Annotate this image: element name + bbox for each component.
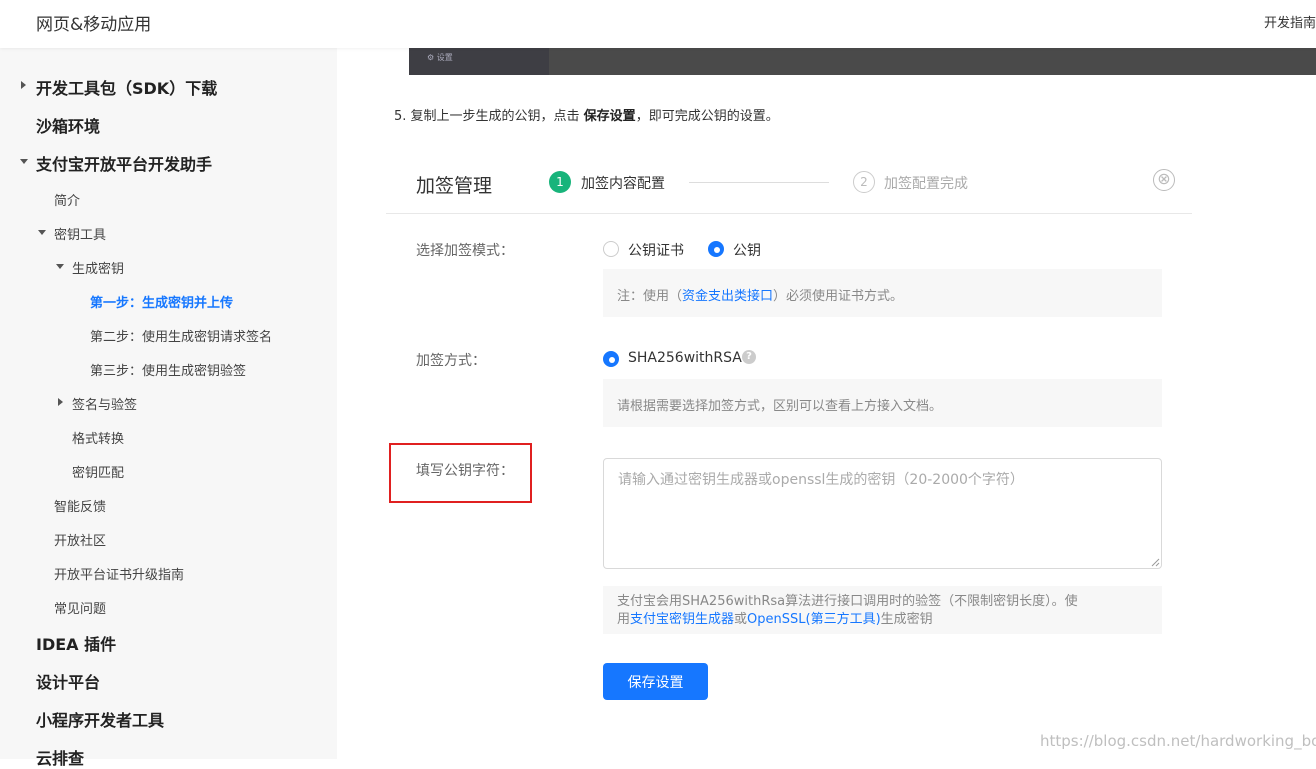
sidebar-item-miniapp-tools[interactable]: 小程序开发者工具 [36,707,164,731]
previous-step-screenshot: ⚙ 设置 [409,48,1316,75]
step-instruction-bold: 保存设置 [583,109,636,124]
caret-down-icon[interactable] [20,159,28,164]
sign-method-note: 请根据需要选择加签方式，区别可以查看上方接入文档。 [603,379,1162,427]
sign-method-label: 加签方式： [416,353,486,369]
sidebar-item-cert-upgrade[interactable]: 开放平台证书升级指南 [54,564,184,583]
steps-connector [689,182,829,183]
public-key-note-line2-mid: 或 [734,612,748,627]
close-icon[interactable]: ⊗ [1153,169,1175,191]
step-1-label: 加签内容配置 [581,176,665,192]
watermark: https://blog.csdn.net/hardworking_boy [1040,732,1316,750]
sidebar-item-design-platform[interactable]: 设计平台 [36,669,100,693]
public-key-label: 填写公钥字符： [416,463,514,479]
caret-right-icon[interactable] [58,398,63,406]
sidebar-item-step-3[interactable]: 第三步：使用生成密钥验签 [90,360,246,379]
save-button[interactable]: 保存设置 [603,663,708,700]
fund-interface-link[interactable]: 资金支出类接口 [682,289,773,304]
public-key-note-line2-suffix: 生成密钥 [880,612,933,627]
caret-down-icon[interactable] [56,264,64,269]
public-key-note-line2: 用支付宝密钥生成器或OpenSSL(第三方工具)生成密钥 [617,611,1148,629]
step-instruction-suffix: ，即可完成公钥的设置。 [635,109,779,124]
dev-guide-link[interactable]: 开发指南 [1264,12,1316,31]
sidebar-item-key-match[interactable]: 密钥匹配 [72,462,124,481]
sidebar-item-feedback[interactable]: 智能反馈 [54,496,106,515]
sidebar-item-step-1[interactable]: 第一步：生成密钥并上传 [90,292,233,311]
sign-mode-note-prefix: 注：使用（ [617,289,683,304]
sidebar-item-step-2[interactable]: 第二步：使用生成密钥请求签名 [90,326,272,345]
sidebar-item-sdk-download[interactable]: 开发工具包（SDK）下载 [36,75,217,99]
sign-mode-label: 选择加签模式： [416,243,514,259]
sidebar-item-community[interactable]: 开放社区 [54,530,106,549]
radio-public-key-cert-label[interactable]: 公钥证书 [628,240,684,260]
sidebar-item-dev-assistant[interactable]: 支付宝开放平台开发助手 [36,151,212,175]
step-instruction: 5. 复制上一步生成的公钥，点击 保存设置，即可完成公钥的设置。 [394,105,779,124]
top-header: 网页&移动应用 开发指南 [0,0,1316,48]
sidebar-item-sign-verify[interactable]: 签名与验签 [72,394,137,413]
alipay-key-generator-link[interactable]: 支付宝密钥生成器 [630,612,734,627]
radio-public-key-cert[interactable] [603,241,619,257]
sidebar-item-cloud-troubleshoot[interactable]: 云排查 [36,745,84,769]
caret-right-icon[interactable] [21,81,26,89]
panel-divider [386,213,1192,214]
sign-mode-note-suffix: ）必须使用证书方式。 [773,289,904,304]
openssl-link[interactable]: OpenSSL(第三方工具) [747,612,881,627]
radio-sha256withrsa-label[interactable]: SHA256withRSA [628,350,742,366]
sign-mode-note: 注：使用（资金支出类接口）必须使用证书方式。 [603,269,1162,317]
sidebar-item-idea-plugin[interactable]: IDEA 插件 [36,631,116,655]
panel-title: 加签管理 [416,175,493,197]
sidebar-item-intro[interactable]: 简介 [54,190,80,209]
screenshot-settings-text: ⚙ 设置 [427,53,453,62]
caret-down-icon[interactable] [38,230,46,235]
step-2-label: 加签配置完成 [884,176,968,192]
public-key-note: 支付宝会用SHA256withRsa算法进行接口调用时的验签（不限制密钥长度）。… [603,586,1162,634]
sidebar-item-generate-key[interactable]: 生成密钥 [72,258,124,277]
step-2-indicator: 2 [853,171,875,193]
public-key-note-line2-prefix: 用 [617,612,631,627]
app-title: 网页&移动应用 [36,15,152,35]
radio-public-key[interactable] [708,241,724,257]
sidebar-item-sandbox[interactable]: 沙箱环境 [36,113,100,137]
sidebar-item-format-convert[interactable]: 格式转换 [72,428,124,447]
public-key-input[interactable] [603,458,1162,569]
public-key-note-line1: 支付宝会用SHA256withRsa算法进行接口调用时的验签（不限制密钥长度）。… [617,594,1078,609]
resize-grip-icon[interactable] [1150,557,1160,567]
sidebar: 开发工具包（SDK）下载 沙箱环境 支付宝开放平台开发助手 简介 密钥工具 生成… [0,48,337,768]
sidebar-item-key-tool[interactable]: 密钥工具 [54,224,106,243]
radio-sha256withrsa[interactable] [603,351,619,367]
screenshot-settings-area: ⚙ 设置 [409,48,549,75]
radio-public-key-label[interactable]: 公钥 [733,240,761,260]
sidebar-item-faq[interactable]: 常见问题 [54,598,106,617]
step-instruction-prefix: 5. 复制上一步生成的公钥，点击 [394,109,584,124]
help-icon[interactable]: ? [742,350,756,364]
step-1-indicator: 1 [549,171,571,193]
